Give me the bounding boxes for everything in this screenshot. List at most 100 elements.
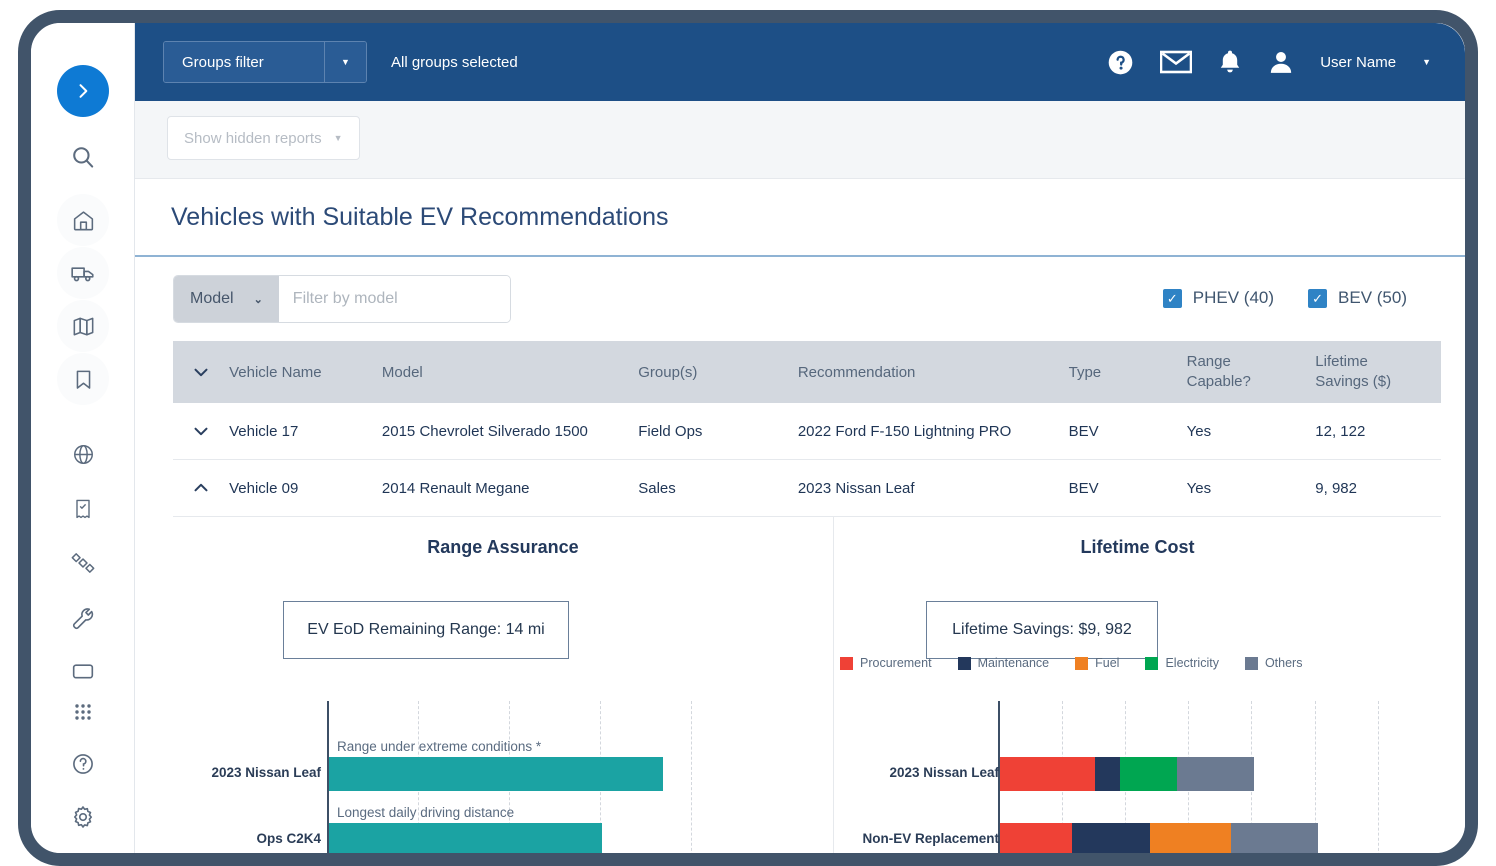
- groups-selected-text: All groups selected: [391, 54, 518, 71]
- bar-category-label: Ops C2K4: [135, 831, 321, 846]
- legend-item-procurement: Procurement: [840, 656, 932, 670]
- legend-swatch-others: [1245, 657, 1258, 670]
- user-avatar-icon[interactable]: [1268, 49, 1294, 75]
- checkbox-phev-label: PHEV (40): [1193, 288, 1274, 308]
- globe-icon[interactable]: [57, 428, 109, 480]
- column-header-range-line1: Range: [1187, 352, 1316, 372]
- bookmark-icon[interactable]: [57, 353, 109, 405]
- cell-lifetime-savings: 12, 122: [1315, 423, 1441, 440]
- map-icon[interactable]: [57, 300, 109, 352]
- bar-annotation-longest-daily: Longest daily driving distance: [337, 805, 514, 820]
- legend-label-procurement: Procurement: [860, 656, 932, 670]
- cell-model: 2014 Renault Megane: [382, 480, 638, 497]
- help-circle-icon[interactable]: [1107, 49, 1134, 76]
- help-circle-icon[interactable]: [57, 738, 109, 790]
- main-content: Model ⌄ Filter by model ✓ PHEV (40) ✓ BE…: [135, 257, 1465, 853]
- column-header-groups[interactable]: Group(s): [638, 364, 798, 381]
- expand-all-toggle[interactable]: [173, 361, 229, 383]
- connector-links-icon[interactable]: [57, 537, 109, 589]
- checkmark-icon[interactable]: ✓: [1308, 289, 1327, 308]
- legend-item-maintenance: Maintenance: [958, 656, 1050, 670]
- lifetime-cost-chart: 2023 Nissan Leaf Non-EV Replacement: [834, 701, 1441, 853]
- segment-electricity: [1120, 757, 1177, 791]
- groups-filter-dropdown[interactable]: Groups filter ▼: [163, 41, 367, 83]
- wrench-icon[interactable]: [57, 593, 109, 645]
- chevron-down-icon[interactable]: ⌄: [254, 293, 263, 306]
- model-field-select[interactable]: Model ⌄: [174, 276, 279, 322]
- model-filter-input[interactable]: Filter by model: [279, 276, 510, 322]
- checkbox-phev[interactable]: ✓ PHEV (40): [1163, 288, 1274, 308]
- settings-gear-icon[interactable]: [57, 791, 109, 843]
- expand-sidebar-button[interactable]: [57, 65, 109, 117]
- ev-eod-remaining-range-kpi: EV EoD Remaining Range: 14 mi: [283, 601, 569, 659]
- table-row[interactable]: Vehicle 17 2015 Chevrolet Silverado 1500…: [173, 403, 1441, 460]
- segment-others: [1177, 757, 1254, 791]
- legend-swatch-maintenance: [958, 657, 971, 670]
- user-name-label[interactable]: User Name: [1320, 54, 1396, 71]
- page-title-band: Vehicles with Suitable EV Recommendation…: [135, 179, 1465, 257]
- bar-range-extreme: [329, 757, 663, 791]
- groups-filter-label: Groups filter: [164, 42, 324, 82]
- gridline: [691, 701, 692, 853]
- model-field-select-value: Model: [190, 290, 234, 308]
- column-header-type[interactable]: Type: [1069, 364, 1187, 381]
- legend-label-others: Others: [1265, 656, 1303, 670]
- search-icon[interactable]: [57, 131, 109, 183]
- top-navigation-bar: Groups filter ▼ All groups selected User…: [135, 23, 1465, 101]
- report-checklist-icon[interactable]: [57, 483, 109, 535]
- segment-maintenance: [1072, 823, 1150, 853]
- cell-type: BEV: [1069, 480, 1187, 497]
- checkmark-icon[interactable]: ✓: [1163, 289, 1182, 308]
- topbar-actions: User Name ▼: [1107, 49, 1431, 76]
- show-hidden-reports-dropdown[interactable]: Show hidden reports ▼: [167, 116, 360, 160]
- cell-vehicle-name: Vehicle 09: [229, 480, 382, 497]
- range-assurance-panel: Range Assurance EV EoD Remaining Range: …: [173, 517, 833, 853]
- sub-toolbar: Show hidden reports ▼: [135, 101, 1465, 179]
- chevron-down-icon[interactable]: ▼: [324, 42, 366, 82]
- table-row[interactable]: Vehicle 09 2014 Renault Megane Sales 202…: [173, 460, 1441, 517]
- legend-label-fuel: Fuel: [1095, 656, 1119, 670]
- chevron-down-icon[interactable]: ▼: [1422, 57, 1431, 67]
- column-header-lifetime-savings[interactable]: Lifetime Savings ($): [1315, 352, 1441, 393]
- envelope-icon[interactable]: [1160, 50, 1192, 74]
- segment-procurement: [1000, 757, 1095, 791]
- apps-grid-icon[interactable]: [57, 686, 109, 738]
- left-sidebar: [31, 23, 135, 853]
- checkbox-bev[interactable]: ✓ BEV (50): [1308, 288, 1407, 308]
- cell-range-capable: Yes: [1187, 423, 1316, 440]
- column-header-vehicle-name[interactable]: Vehicle Name: [229, 364, 382, 381]
- lifetime-cost-legend: Procurement Maintenance Fuel Electricity: [840, 656, 1441, 670]
- segment-procurement: [1000, 823, 1072, 853]
- truck-icon[interactable]: [57, 247, 109, 299]
- bell-icon[interactable]: [1218, 49, 1242, 76]
- segment-others: [1231, 823, 1318, 853]
- legend-swatch-procurement: [840, 657, 853, 670]
- filter-row: Model ⌄ Filter by model ✓ PHEV (40) ✓ BE…: [135, 257, 1465, 337]
- column-header-range-capable[interactable]: Range Capable?: [1187, 352, 1316, 393]
- cell-model: 2015 Chevrolet Silverado 1500: [382, 423, 638, 440]
- legend-item-electricity: Electricity: [1145, 656, 1218, 670]
- bar-category-label: Non-EV Replacement: [789, 831, 999, 846]
- cell-groups: Field Ops: [638, 423, 798, 440]
- chevron-down-icon[interactable]: ▼: [334, 133, 343, 143]
- cell-lifetime-savings: 9, 982: [1315, 480, 1441, 497]
- bar-longest-daily: [329, 823, 602, 853]
- bar-category-label: 2023 Nissan Leaf: [135, 765, 321, 780]
- lifetime-savings-kpi: Lifetime Savings: $9, 982: [926, 601, 1158, 659]
- bar-category-label: 2023 Nissan Leaf: [809, 765, 999, 780]
- row-collapse-toggle[interactable]: [173, 477, 229, 499]
- table-header-row: Vehicle Name Model Group(s) Recommendati…: [173, 341, 1441, 403]
- column-header-savings-line2: Savings ($): [1315, 372, 1441, 392]
- legend-label-maintenance: Maintenance: [978, 656, 1050, 670]
- column-header-recommendation[interactable]: Recommendation: [798, 364, 1069, 381]
- row-expand-toggle[interactable]: [173, 420, 229, 442]
- bar-annotation-range-extreme: Range under extreme conditions *: [337, 739, 541, 754]
- vehicles-table: Vehicle Name Model Group(s) Recommendati…: [173, 341, 1441, 517]
- home-icon[interactable]: [57, 194, 109, 246]
- stacked-bar-nissan-leaf: [1000, 757, 1254, 791]
- column-header-model[interactable]: Model: [382, 364, 638, 381]
- cell-vehicle-name: Vehicle 17: [229, 423, 382, 440]
- vehicle-type-checkboxes: ✓ PHEV (40) ✓ BEV (50): [1163, 288, 1407, 308]
- cell-range-capable: Yes: [1187, 480, 1316, 497]
- checkbox-bev-label: BEV (50): [1338, 288, 1407, 308]
